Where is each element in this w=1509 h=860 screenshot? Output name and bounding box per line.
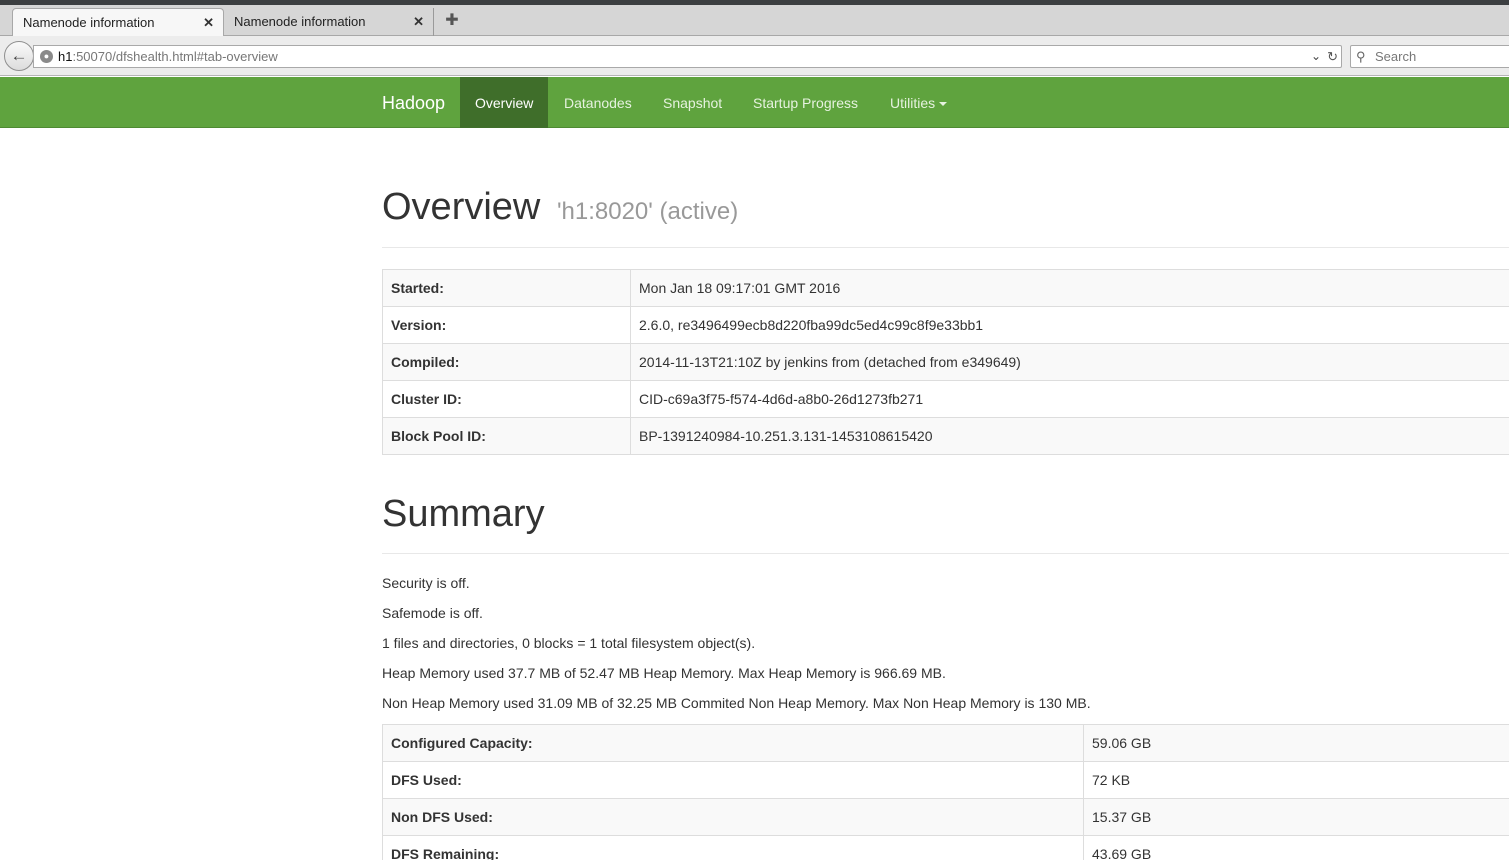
table-row: Started: Mon Jan 18 09:17:01 GMT 2016 bbox=[382, 269, 1509, 307]
close-tab-icon[interactable]: ✕ bbox=[203, 9, 214, 36]
nav-datanodes[interactable]: Datanodes bbox=[549, 77, 647, 128]
browser-tab-1[interactable]: Namenode information ✕ bbox=[12, 8, 224, 36]
row-key: Configured Capacity: bbox=[382, 724, 1084, 762]
capacity-table: Configured Capacity: 59.06 GB DFS Used: 72… bbox=[382, 724, 1509, 860]
tab-strip: Namenode information ✕ Namenode informat… bbox=[0, 5, 1509, 36]
filesystem-objects: 1 files and directories, 0 blocks = 1 to… bbox=[382, 635, 756, 651]
divider bbox=[382, 247, 1509, 248]
table-row: DFS Used: 72 KB bbox=[382, 761, 1509, 799]
row-value: BP-1391240984-10.251.3.131-1453108615420 bbox=[630, 417, 1509, 455]
nav-utilities-label: Utilities bbox=[890, 95, 936, 111]
security-status: Security is off. bbox=[382, 575, 470, 591]
browser-tab-2[interactable]: Namenode information ✕ bbox=[224, 8, 434, 36]
row-value: 15.37 GB bbox=[1083, 798, 1509, 836]
search-icon: ⚲ bbox=[1356, 49, 1366, 64]
divider bbox=[382, 553, 1509, 554]
table-row: Configured Capacity: 59.06 GB bbox=[382, 724, 1509, 762]
row-key: Started: bbox=[382, 269, 631, 307]
row-key: Cluster ID: bbox=[382, 380, 631, 418]
search-input[interactable]: ⚲ Search bbox=[1350, 45, 1509, 68]
namenode-address: 'h1:8020' (active) bbox=[556, 198, 739, 225]
nav-overview[interactable]: Overview bbox=[460, 77, 549, 128]
nav-snapshot[interactable]: Snapshot bbox=[648, 77, 737, 128]
close-tab-icon[interactable]: ✕ bbox=[413, 8, 424, 35]
chevron-down-icon[interactable]: ⌄ bbox=[1311, 46, 1321, 67]
reload-icon[interactable]: ↻ bbox=[1327, 46, 1338, 67]
browser-tab-label: Namenode information bbox=[234, 14, 366, 29]
browser-toolbar: ← ● h1:50070/dfshealth.html#tab-overview… bbox=[0, 36, 1509, 76]
overview-heading: Overview bbox=[382, 186, 541, 228]
table-row: Version: 2.6.0, re3496499ecb8d220fba99dc5… bbox=[382, 306, 1509, 344]
table-row: DFS Remaining: 43.69 GB bbox=[382, 835, 1509, 860]
summary-heading: Summary bbox=[382, 493, 545, 535]
overview-table: Started: Mon Jan 18 09:17:01 GMT 2016 Ver… bbox=[382, 269, 1509, 455]
nav-startup-progress[interactable]: Startup Progress bbox=[738, 77, 873, 128]
row-value: CID-c69a3f75-f574-4d6d-a8b0-26d1273fb271 bbox=[630, 380, 1509, 418]
heap-memory: Heap Memory used 37.7 MB of 52.47 MB Hea… bbox=[382, 665, 946, 681]
table-row: Cluster ID: CID-c69a3f75-f574-4d6d-a8b0-2… bbox=[382, 380, 1509, 418]
row-value: 2014-11-13T21:10Z by jenkins from (detac… bbox=[630, 343, 1509, 381]
row-value: 43.69 GB bbox=[1083, 835, 1509, 860]
nav-utilities[interactable]: Utilities bbox=[875, 77, 962, 128]
row-value: Mon Jan 18 09:17:01 GMT 2016 bbox=[630, 269, 1509, 307]
non-heap-memory: Non Heap Memory used 31.09 MB of 32.25 M… bbox=[382, 695, 1091, 711]
brand-link[interactable]: Hadoop bbox=[382, 77, 445, 128]
row-value: 72 KB bbox=[1083, 761, 1509, 799]
browser-tab-label: Namenode information bbox=[23, 15, 155, 30]
row-key: Block Pool ID: bbox=[382, 417, 631, 455]
url-host: h1 bbox=[58, 49, 73, 64]
url-path: :50070/dfshealth.html#tab-overview bbox=[72, 49, 278, 64]
row-key: Non DFS Used: bbox=[382, 798, 1084, 836]
table-row: Block Pool ID: BP-1391240984-10.251.3.131… bbox=[382, 417, 1509, 455]
table-row: Compiled: 2014-11-13T21:10Z by jenkins fr… bbox=[382, 343, 1509, 381]
row-value: 59.06 GB bbox=[1083, 724, 1509, 762]
row-key: Version: bbox=[382, 306, 631, 344]
globe-icon: ● bbox=[40, 50, 53, 63]
hadoop-navbar: Hadoop Overview Datanodes Snapshot Start… bbox=[0, 77, 1509, 128]
search-placeholder: Search bbox=[1375, 49, 1417, 64]
row-key: Compiled: bbox=[382, 343, 631, 381]
row-key: DFS Remaining: bbox=[382, 835, 1084, 860]
address-bar[interactable]: ● h1:50070/dfshealth.html#tab-overview ⌄… bbox=[33, 45, 1342, 68]
row-value: 2.6.0, re3496499ecb8d220fba99dc5ed4c99c8… bbox=[630, 306, 1509, 344]
back-arrow-icon[interactable]: ← bbox=[4, 41, 34, 71]
row-key: DFS Used: bbox=[382, 761, 1084, 799]
caret-down-icon bbox=[939, 102, 948, 107]
new-tab-icon[interactable]: ✚ bbox=[443, 12, 461, 30]
page-title: Overview 'h1:8020' (active) bbox=[382, 186, 738, 229]
safemode-status: Safemode is off. bbox=[382, 605, 483, 621]
table-row: Non DFS Used: 15.37 GB bbox=[382, 798, 1509, 836]
